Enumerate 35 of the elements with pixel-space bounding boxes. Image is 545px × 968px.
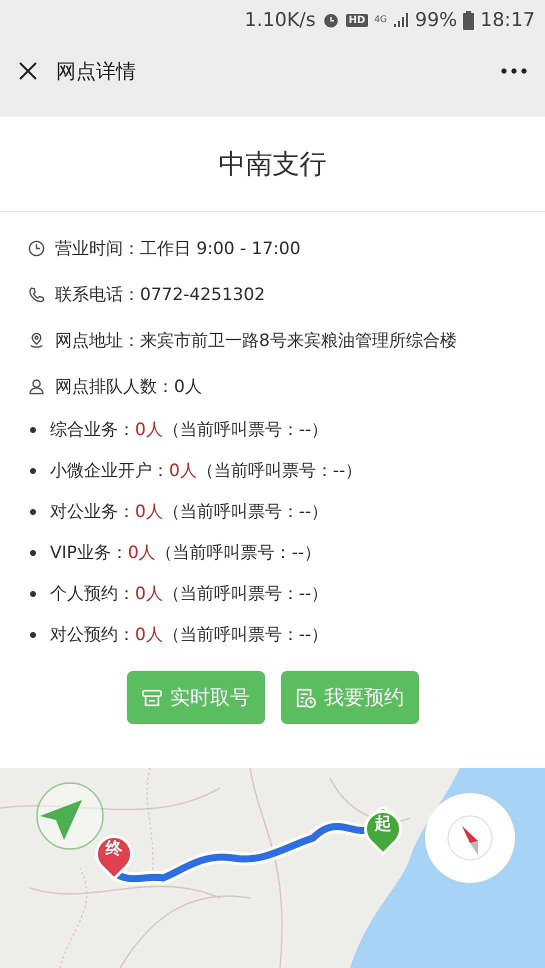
alarm-icon [322,11,340,29]
bullet-dot [30,508,36,514]
info-text: 联系电话：0772-4251302 [55,284,266,306]
info-text: 网点排队人数：0人 [55,376,202,398]
queue-text: 综合业务：0人（当前呼叫票号：--） [50,419,328,441]
signal-icon [393,12,409,28]
bullet-dot [30,550,36,556]
bullet-dot [30,590,36,596]
bullet-dot [30,632,36,638]
network-speed: 1.10K/s [244,9,316,31]
person-icon [28,378,45,394]
branch-name: 中南支行 [218,148,326,182]
queue-text: VIP业务：0人（当前呼叫票号：--） [50,542,322,564]
battery-percent: 99% [415,9,458,31]
queue-text: 个人预约：0人（当前呼叫票号：--） [50,583,328,605]
info-text: 营业时间：工作日 9:00 - 17:00 [55,238,301,260]
hd-badge: HD [346,14,368,26]
close-icon[interactable] [18,61,38,81]
bullet-dot [30,468,36,474]
page-title: 网点详情 [56,58,137,84]
queue-text: 对公业务：0人（当前呼叫票号：--） [50,501,328,523]
queue-text: 小微企业开户：0人（当前呼叫票号：--） [50,460,362,482]
calendar-clock-icon [295,686,317,708]
clock-time: 18:17 [480,9,535,31]
queue-text: 对公预约：0人（当前呼叫票号：--） [50,624,328,646]
network-type: 4G [374,15,387,25]
bullet-dot [30,426,36,432]
reservation-button[interactable]: 我要预约 [280,671,418,724]
location-icon [28,332,45,348]
more-icon[interactable] [501,68,527,74]
take-number-button[interactable]: 实时取号 [126,671,264,724]
clock-icon [28,240,45,256]
info-text: 网点地址：来宾市前卫一路8号来宾粮油管理所综合楼 [55,330,457,352]
phone-icon [28,286,45,302]
battery-icon [463,10,474,30]
